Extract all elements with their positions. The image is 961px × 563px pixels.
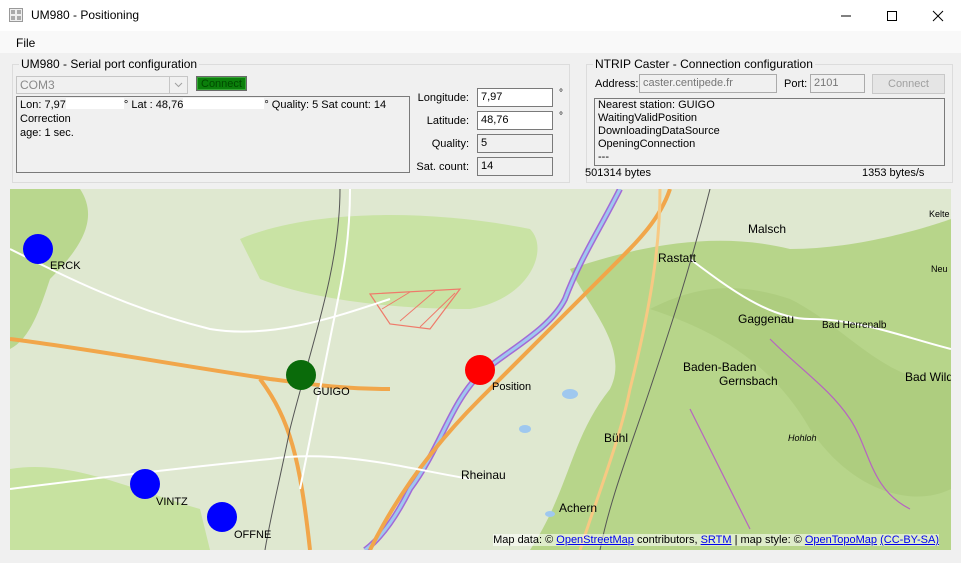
latitude-field[interactable]: 48,76 bbox=[477, 111, 553, 130]
caster-connect-button[interactable]: Connect bbox=[872, 74, 945, 94]
satcount-label: Sat. count: bbox=[416, 161, 469, 173]
opentopomap-link[interactable]: OpenTopoMap bbox=[805, 534, 877, 546]
lon-mask bbox=[65, 98, 124, 109]
highway bbox=[10, 337, 391, 391]
place-label: Rastatt bbox=[658, 251, 697, 265]
menu-file[interactable]: File bbox=[16, 36, 35, 50]
attribution-middle: contributors, bbox=[636, 534, 698, 546]
place-label: Bad Herrenalb bbox=[822, 320, 887, 331]
log-line: Nearest station: GUIGO bbox=[598, 99, 715, 111]
serial-lat-text: ° Lat : 48,76 bbox=[123, 99, 184, 111]
maximize-button[interactable] bbox=[869, 0, 915, 31]
chevron-down-icon bbox=[169, 77, 187, 93]
log-line: OpeningConnection bbox=[598, 138, 696, 150]
bytes-received: 501314 bytes bbox=[585, 167, 652, 179]
position-marker[interactable] bbox=[465, 355, 495, 385]
place-label: Malsch bbox=[748, 222, 786, 236]
latitude-degree: ° bbox=[559, 111, 563, 122]
license-link[interactable]: (CC-BY-SA) bbox=[880, 534, 939, 546]
address-label: Address: bbox=[595, 78, 639, 90]
quality-value: 5 bbox=[481, 137, 488, 149]
minimize-icon bbox=[841, 15, 851, 16]
lake bbox=[545, 511, 555, 517]
close-button[interactable] bbox=[915, 0, 961, 31]
port-label: Port: bbox=[784, 78, 808, 90]
com-port-value: COM3 bbox=[20, 78, 55, 92]
log-line: DownloadingDataSource bbox=[598, 125, 720, 137]
map-attribution: Map data: © OpenStreetMap contributors, … bbox=[493, 534, 939, 546]
latitude-label: Latitude: bbox=[426, 115, 469, 127]
lake bbox=[562, 389, 578, 399]
minimize-button[interactable] bbox=[823, 0, 869, 31]
satcount-value: 14 bbox=[481, 160, 494, 172]
station-label: OFFNE bbox=[234, 529, 271, 541]
serial-output: Lon: 7,97 ° Lat : 48,76 ° Quality: 5 Sat c… bbox=[16, 96, 410, 173]
station-marker-vintz[interactable] bbox=[130, 469, 160, 499]
transfer-rate: 1353 bytes/s bbox=[862, 167, 925, 179]
station-label: ERCK bbox=[50, 260, 81, 272]
lake bbox=[519, 425, 531, 433]
place-label: Bad Wild bbox=[905, 370, 951, 384]
caster-log: Nearest station: GUIGO WaitingValidPosit… bbox=[594, 98, 945, 166]
com-port-select[interactable]: COM3 bbox=[16, 76, 188, 94]
title-bar: UM980 - Positioning bbox=[0, 0, 961, 31]
longitude-field[interactable]: 7,97 bbox=[477, 88, 553, 107]
place-label: Neu bbox=[931, 264, 948, 274]
maximize-icon bbox=[887, 10, 897, 21]
serial-connect-button[interactable]: Connect bbox=[196, 76, 247, 91]
longitude-degree: ° bbox=[559, 88, 563, 99]
station-marker-erck[interactable] bbox=[23, 234, 53, 264]
attribution-prefix: Map data: © bbox=[493, 534, 554, 546]
station-marker-guigo[interactable] bbox=[286, 360, 316, 390]
map-canvas[interactable]: Malsch Rastatt Gaggenau Bad Herrenalb Ba… bbox=[10, 189, 951, 550]
serial-group-title: UM980 - Serial port configuration bbox=[21, 57, 198, 71]
longitude-label: Longitude: bbox=[417, 92, 469, 104]
station-label: Position bbox=[492, 381, 531, 393]
lat-mask bbox=[183, 98, 265, 109]
longitude-value: 7,97 bbox=[481, 91, 503, 103]
caster-group-title: NTRIP Caster - Connection configuration bbox=[595, 57, 813, 71]
menu-bar bbox=[0, 31, 961, 53]
serial-age-text: age: 1 sec. bbox=[20, 127, 74, 139]
place-label: Hohloh bbox=[788, 433, 817, 443]
place-label: Bühl bbox=[604, 431, 628, 445]
port-value: 2101 bbox=[814, 77, 839, 89]
forest-south bbox=[10, 467, 210, 550]
place-label: Gaggenau bbox=[738, 312, 794, 326]
address-field[interactable]: caster.centipede.fr bbox=[639, 74, 777, 93]
place-label: Baden-Baden bbox=[683, 360, 756, 374]
place-label: Kelte bbox=[929, 209, 950, 219]
highway bbox=[258, 377, 312, 550]
srtm-link[interactable]: SRTM bbox=[701, 534, 732, 546]
map-view[interactable]: Malsch Rastatt Gaggenau Bad Herrenalb Ba… bbox=[10, 189, 951, 550]
port-field[interactable]: 2101 bbox=[810, 74, 865, 93]
attribution-style: | map style: © bbox=[734, 534, 802, 546]
place-label: Rheinau bbox=[461, 468, 506, 482]
station-label: GUIGO bbox=[313, 386, 350, 398]
log-line: WaitingValidPosition bbox=[598, 112, 698, 124]
latitude-value: 48,76 bbox=[481, 114, 509, 126]
osm-link[interactable]: OpenStreetMap bbox=[556, 534, 634, 546]
satcount-field[interactable]: 14 bbox=[477, 157, 553, 176]
station-marker-offne[interactable] bbox=[207, 502, 237, 532]
place-label: Gernsbach bbox=[719, 374, 778, 388]
log-line: --- bbox=[598, 151, 609, 163]
quality-label: Quality: bbox=[431, 138, 469, 150]
app-icon bbox=[9, 8, 23, 22]
close-icon bbox=[932, 10, 944, 21]
place-label: Achern bbox=[559, 501, 597, 515]
serial-lon-text: Lon: 7,97 bbox=[20, 99, 66, 111]
forest-north bbox=[240, 215, 538, 309]
window-title: UM980 - Positioning bbox=[31, 8, 140, 22]
station-label: VINTZ bbox=[156, 496, 188, 508]
address-value: caster.centipede.fr bbox=[643, 77, 733, 89]
quality-field[interactable]: 5 bbox=[477, 134, 553, 153]
